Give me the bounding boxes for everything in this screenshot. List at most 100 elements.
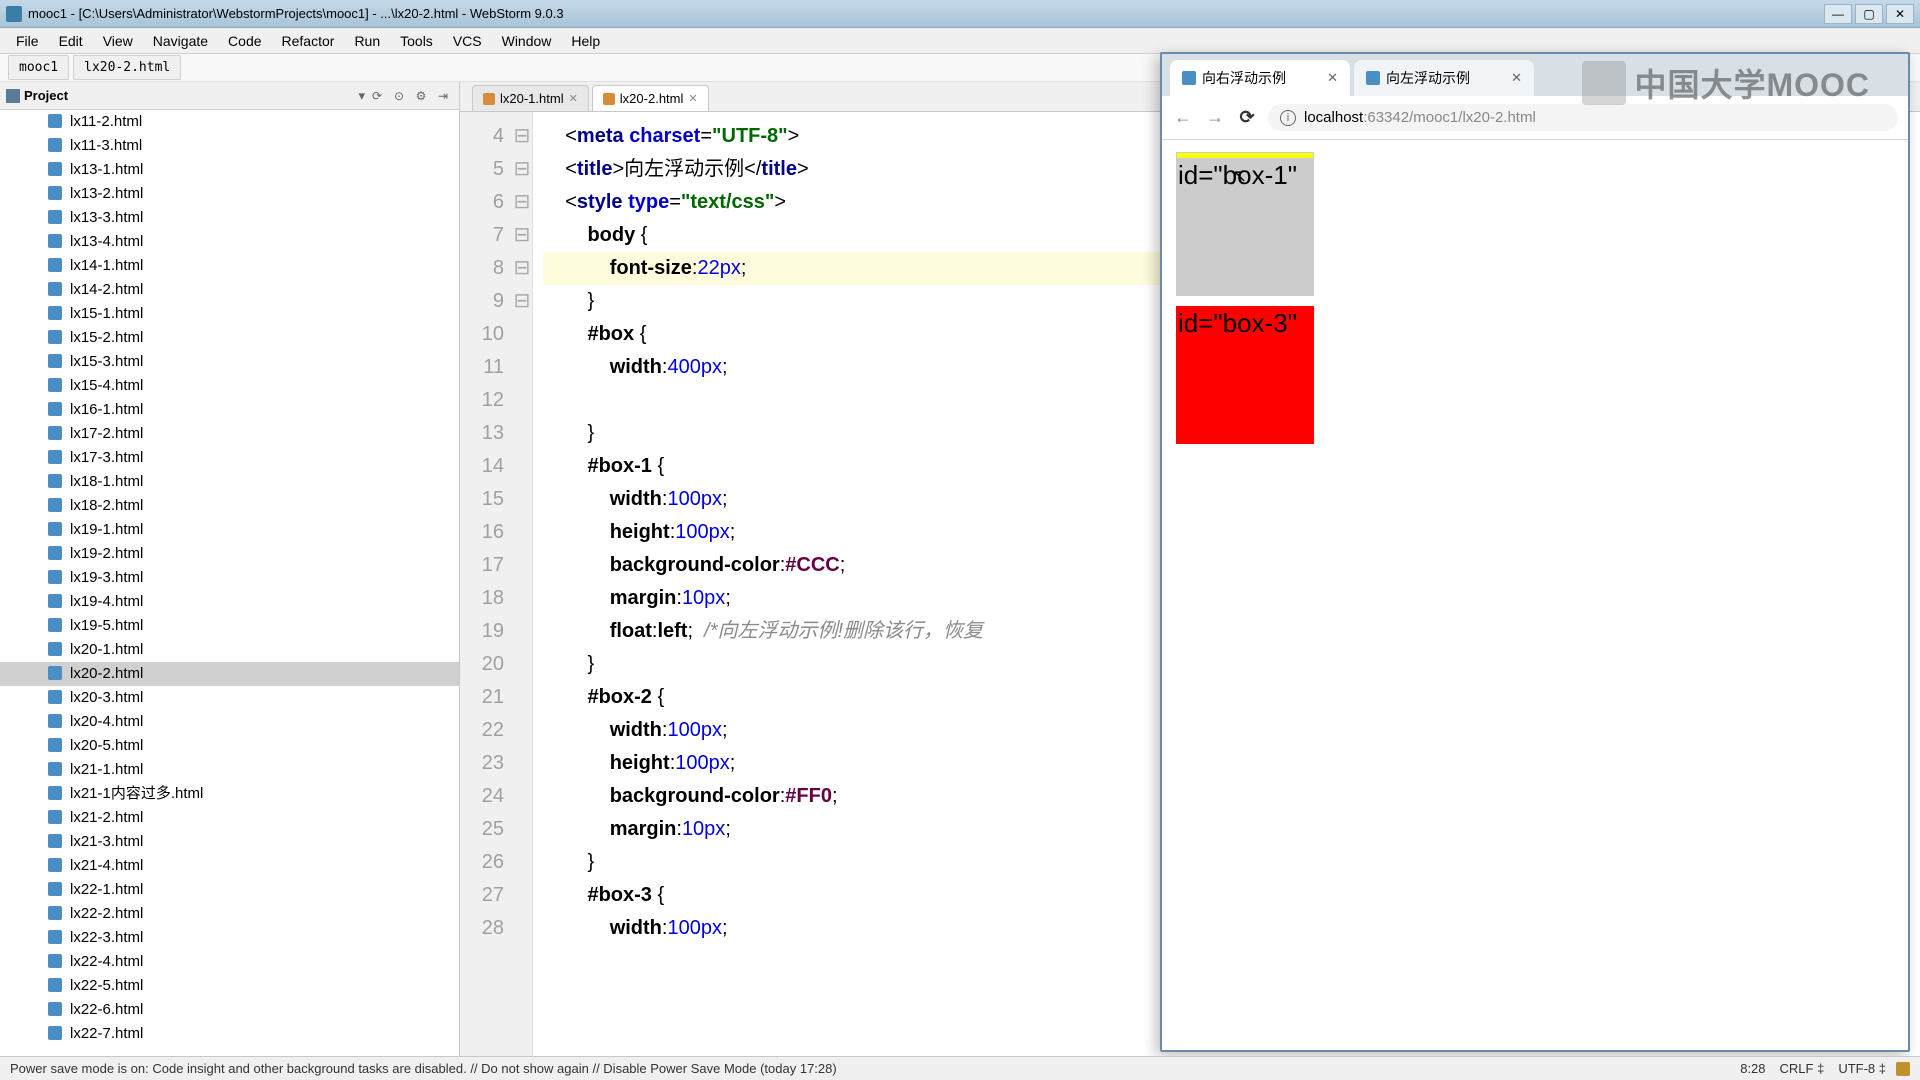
project-file[interactable]: lx14-1.html	[0, 254, 459, 278]
forward-button[interactable]: →	[1204, 107, 1226, 129]
menu-window[interactable]: Window	[492, 30, 562, 52]
menu-help[interactable]: Help	[561, 30, 610, 52]
window-title: mooc1 - [C:\Users\Administrator\Webstorm…	[28, 6, 1824, 21]
project-panel: Project ▾ ⟳ ⊙ ⚙ ⇥ lx11-2.htmllx11-3.html…	[0, 82, 460, 1056]
file-icon	[483, 93, 495, 105]
project-file[interactable]: lx21-2.html	[0, 806, 459, 830]
url-path: :63342/mooc1/lx20-2.html	[1363, 109, 1536, 126]
close-icon[interactable]: ✕	[1511, 70, 1522, 86]
breadcrumb-root[interactable]: mooc1	[8, 55, 69, 80]
project-file[interactable]: lx18-2.html	[0, 494, 459, 518]
tab-label: lx20-2.html	[620, 91, 684, 106]
close-icon[interactable]: ✕	[569, 92, 578, 105]
project-file[interactable]: lx11-2.html	[0, 110, 459, 134]
menu-refactor[interactable]: Refactor	[272, 30, 345, 52]
maximize-button[interactable]: ▢	[1855, 4, 1883, 24]
project-file[interactable]: lx22-5.html	[0, 974, 459, 998]
gear-icon[interactable]: ⚙	[411, 86, 431, 106]
project-label[interactable]: Project	[24, 88, 354, 103]
project-file[interactable]: lx15-1.html	[0, 302, 459, 326]
status-message[interactable]: Power save mode is on: Code insight and …	[10, 1061, 837, 1076]
breadcrumb-file[interactable]: lx20-2.html	[73, 55, 181, 80]
project-file[interactable]: lx22-6.html	[0, 998, 459, 1022]
reload-button[interactable]: ⟳	[1236, 107, 1258, 129]
project-file[interactable]: lx18-1.html	[0, 470, 459, 494]
sync-icon[interactable]: ⟳	[367, 86, 387, 106]
locate-icon[interactable]: ⊙	[389, 86, 409, 106]
project-file[interactable]: lx20-2.html	[0, 662, 459, 686]
browser-toolbar: ← → ⟳ i localhost:63342/mooc1/lx20-2.htm…	[1162, 96, 1908, 140]
encoding[interactable]: UTF-8 ‡	[1838, 1061, 1886, 1076]
project-file[interactable]: lx22-4.html	[0, 950, 459, 974]
project-file[interactable]: lx22-3.html	[0, 926, 459, 950]
line-gutter: 4567891011121314151617181920212223242526…	[460, 112, 512, 1056]
app-icon	[6, 6, 22, 22]
editor-tab[interactable]: lx20-1.html ✕	[472, 85, 589, 111]
box3-label: id="box-3"	[1178, 308, 1297, 338]
browser-viewport: id="box-1" ↖ id="box-3"	[1162, 140, 1908, 1050]
site-info-icon[interactable]: i	[1280, 110, 1296, 126]
line-ending[interactable]: CRLF ‡	[1780, 1061, 1825, 1076]
project-file[interactable]: lx19-5.html	[0, 614, 459, 638]
menu-tools[interactable]: Tools	[390, 30, 443, 52]
project-header: Project ▾ ⟳ ⊙ ⚙ ⇥	[0, 82, 459, 110]
project-collapse-icon[interactable]: ▾	[358, 88, 365, 104]
project-file[interactable]: lx21-4.html	[0, 854, 459, 878]
menu-code[interactable]: Code	[218, 30, 271, 52]
caret-position[interactable]: 8:28	[1740, 1061, 1765, 1076]
project-file[interactable]: lx13-2.html	[0, 182, 459, 206]
project-file[interactable]: lx21-1内容过多.html	[0, 782, 459, 806]
back-button[interactable]: ←	[1172, 107, 1194, 129]
cursor-icon: ↖	[1232, 166, 1247, 187]
file-icon	[603, 93, 615, 105]
url-host: localhost	[1304, 109, 1363, 126]
project-file[interactable]: lx13-4.html	[0, 230, 459, 254]
menu-run[interactable]: Run	[344, 30, 390, 52]
tab-title: 向左浮动示例	[1386, 68, 1505, 88]
tab-label: lx20-1.html	[500, 91, 564, 106]
project-file[interactable]: lx22-2.html	[0, 902, 459, 926]
minimize-button[interactable]: —	[1824, 4, 1852, 24]
project-file[interactable]: lx15-4.html	[0, 374, 459, 398]
project-tree[interactable]: lx11-2.htmllx11-3.htmllx13-1.htmllx13-2.…	[0, 110, 459, 1056]
lock-icon[interactable]	[1896, 1062, 1910, 1076]
tab-title: 向右浮动示例	[1202, 68, 1321, 88]
project-file[interactable]: lx20-5.html	[0, 734, 459, 758]
project-file[interactable]: lx21-1.html	[0, 758, 459, 782]
close-icon[interactable]: ✕	[688, 92, 697, 105]
preview-box-3: id="box-3"	[1176, 306, 1314, 444]
project-file[interactable]: lx22-1.html	[0, 878, 459, 902]
project-file[interactable]: lx14-2.html	[0, 278, 459, 302]
menu-vcs[interactable]: VCS	[443, 30, 492, 52]
project-file[interactable]: lx17-2.html	[0, 422, 459, 446]
close-icon[interactable]: ✕	[1327, 70, 1338, 86]
fold-gutter[interactable]: ⊟⊟⊟⊟⊟⊟	[512, 112, 532, 1056]
browser-tab[interactable]: 向左浮动示例 ✕	[1354, 60, 1534, 96]
project-file[interactable]: lx19-2.html	[0, 542, 459, 566]
project-file[interactable]: lx17-3.html	[0, 446, 459, 470]
project-file[interactable]: lx11-3.html	[0, 134, 459, 158]
browser-tab-strip: 向右浮动示例 ✕ 向左浮动示例 ✕	[1162, 54, 1908, 96]
project-file[interactable]: lx20-3.html	[0, 686, 459, 710]
project-file[interactable]: lx15-3.html	[0, 350, 459, 374]
project-file[interactable]: lx19-3.html	[0, 566, 459, 590]
project-file[interactable]: lx21-3.html	[0, 830, 459, 854]
close-button[interactable]: ✕	[1886, 4, 1914, 24]
hide-icon[interactable]: ⇥	[433, 86, 453, 106]
project-file[interactable]: lx13-1.html	[0, 158, 459, 182]
project-file[interactable]: lx16-1.html	[0, 398, 459, 422]
menu-edit[interactable]: Edit	[49, 30, 93, 52]
project-file[interactable]: lx13-3.html	[0, 206, 459, 230]
project-file[interactable]: lx15-2.html	[0, 326, 459, 350]
address-bar[interactable]: i localhost:63342/mooc1/lx20-2.html	[1268, 104, 1898, 131]
editor-tab[interactable]: lx20-2.html ✕	[592, 85, 709, 111]
project-file[interactable]: lx22-7.html	[0, 1022, 459, 1046]
project-file[interactable]: lx20-1.html	[0, 638, 459, 662]
browser-tab[interactable]: 向右浮动示例 ✕	[1170, 60, 1350, 96]
project-file[interactable]: lx19-4.html	[0, 590, 459, 614]
menu-navigate[interactable]: Navigate	[143, 30, 218, 52]
project-file[interactable]: lx19-1.html	[0, 518, 459, 542]
menu-view[interactable]: View	[93, 30, 143, 52]
project-file[interactable]: lx20-4.html	[0, 710, 459, 734]
menu-file[interactable]: File	[6, 30, 49, 52]
